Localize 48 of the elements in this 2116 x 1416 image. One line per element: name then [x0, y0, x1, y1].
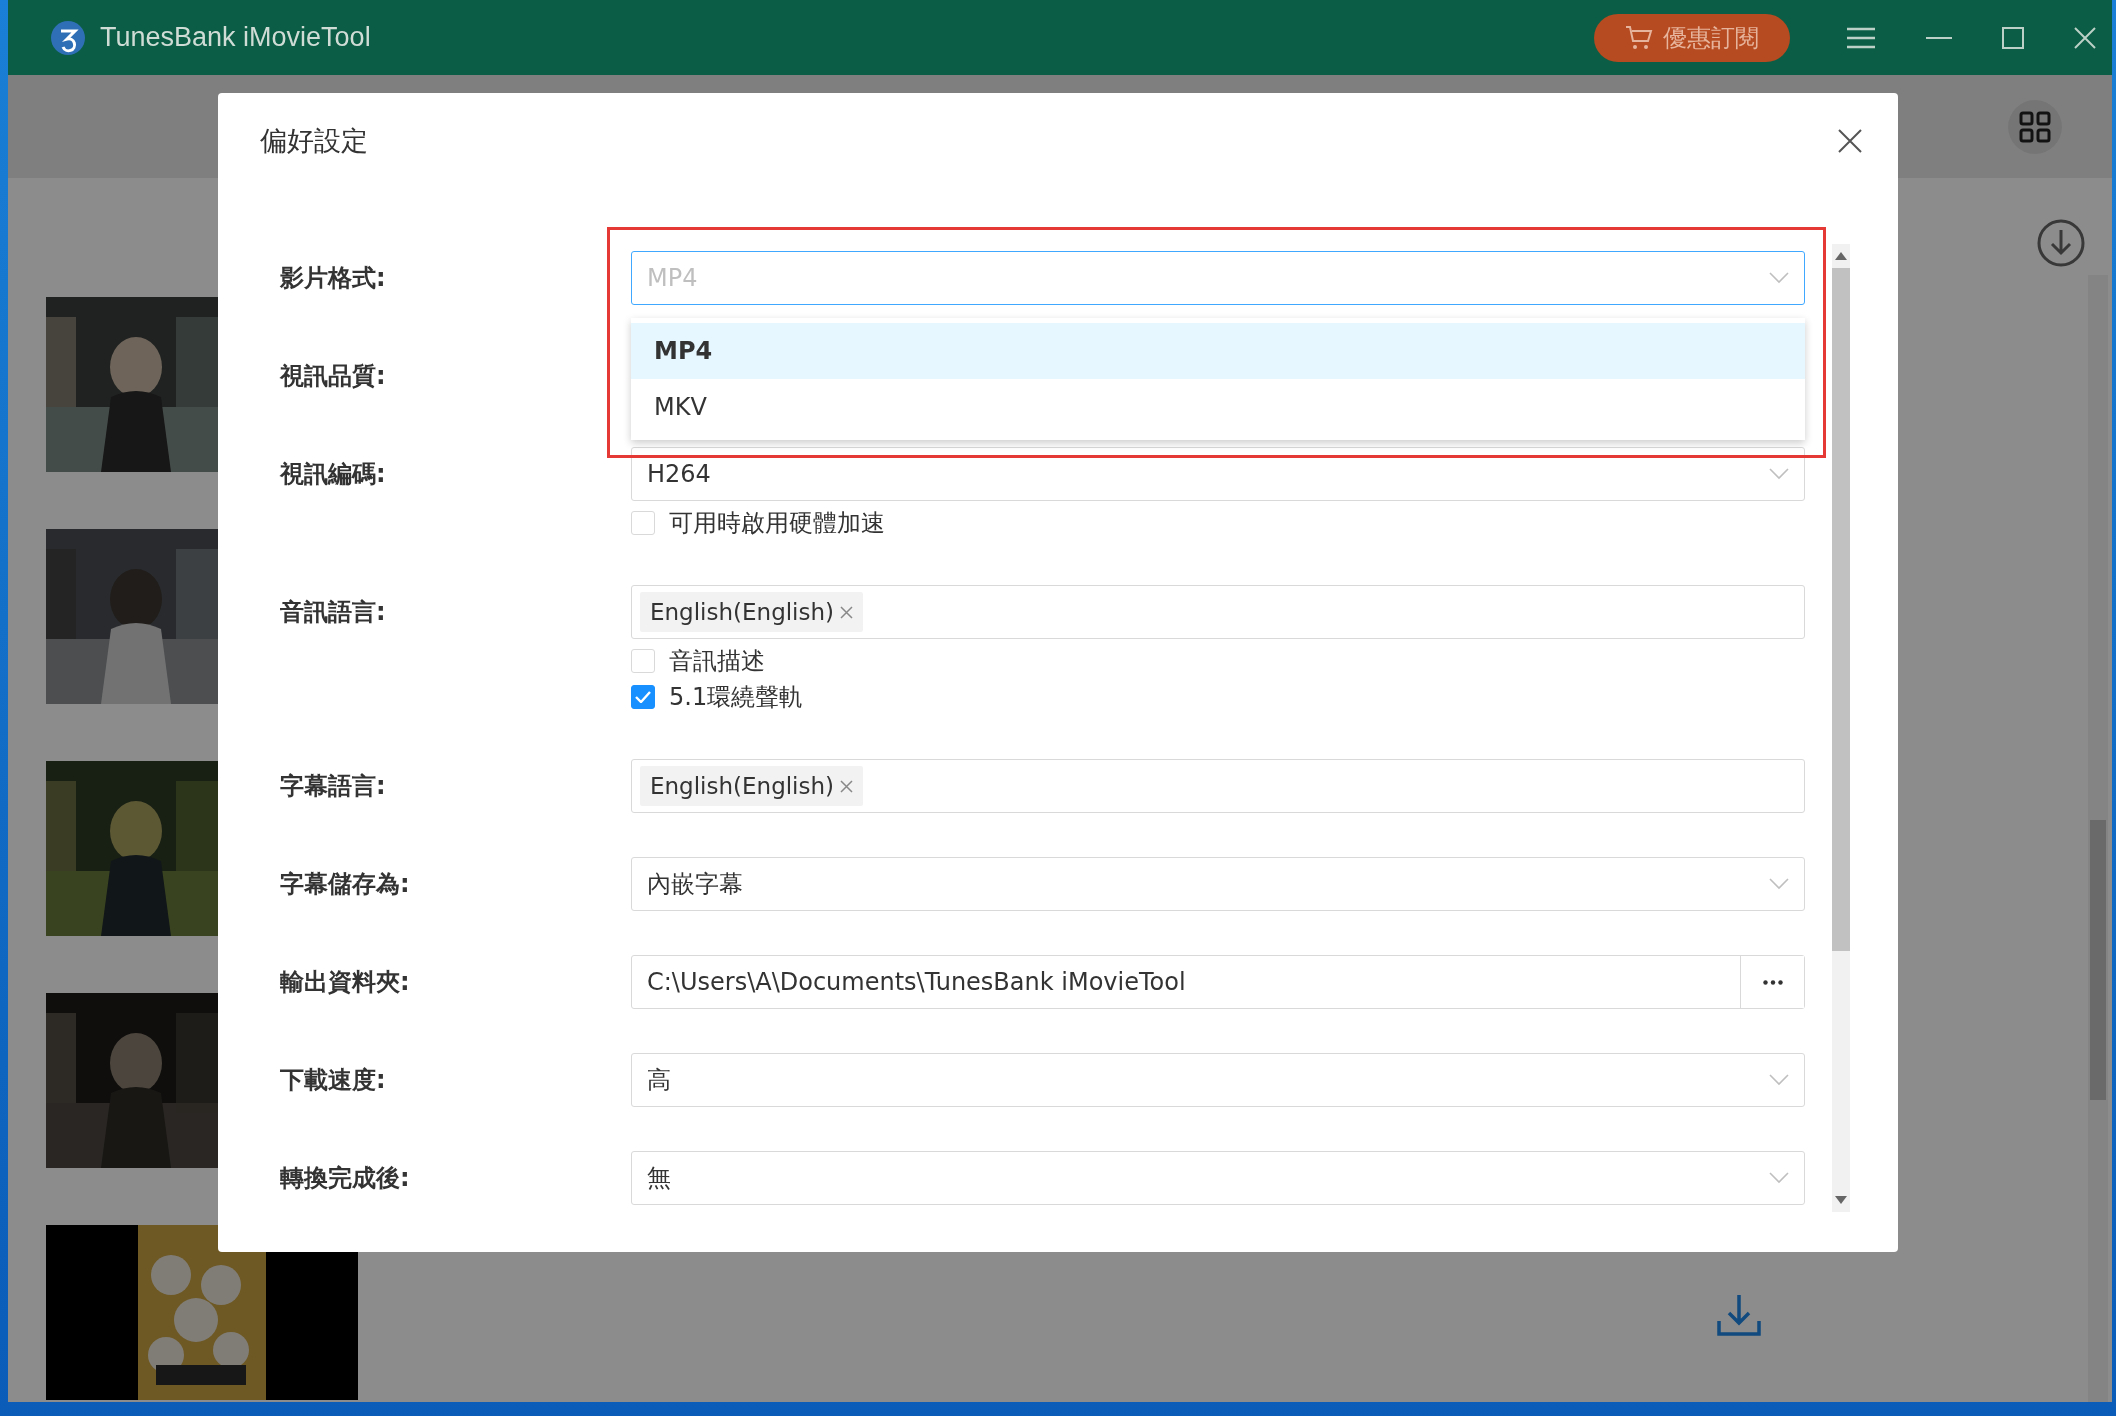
chevron-down-icon [1769, 1074, 1789, 1086]
select-field[interactable]: H264 [631, 447, 1805, 501]
field-label: 下載速度: [280, 1065, 387, 1096]
chevron-down-icon [1769, 272, 1789, 284]
dropdown-option[interactable]: MP4 [631, 323, 1805, 379]
cart-icon [1625, 24, 1653, 51]
checkbox-label: 音訊描述 [669, 646, 765, 677]
download-icon[interactable] [2036, 218, 2086, 268]
scrollbar-thumb[interactable] [2090, 820, 2106, 1100]
checkbox[interactable] [631, 685, 655, 709]
language-tag: English(English) [640, 766, 864, 806]
select-field[interactable]: 高 [631, 1053, 1805, 1107]
field-label: 轉換完成後: [280, 1163, 411, 1194]
scroll-up-icon[interactable] [1835, 252, 1847, 260]
field-label: 字幕語言: [280, 771, 387, 802]
language-tag: English(English) [640, 592, 864, 632]
select-field[interactable]: 內嵌字幕 [631, 857, 1805, 911]
check-icon [635, 691, 651, 703]
logo-icon [50, 19, 86, 56]
grid-view-icon[interactable] [2008, 99, 2062, 154]
tag-field[interactable]: English(English) [631, 759, 1805, 813]
scroll-down-icon[interactable] [1835, 1196, 1847, 1204]
checkbox-label: 5.1環繞聲軌 [669, 682, 804, 713]
dialog-title: 偏好設定 [260, 123, 368, 158]
field-label: 視訊編碼: [280, 459, 387, 490]
field-label: 字幕儲存為: [280, 869, 411, 900]
field-label: 音訊語言: [280, 597, 387, 628]
tag-field[interactable]: English(English) [631, 585, 1805, 639]
select-field[interactable]: 無 [631, 1151, 1805, 1205]
folder-path-field[interactable]: C:\Users\A\Documents\TunesBank iMovieTool [631, 955, 1805, 1009]
minimize-icon[interactable] [1926, 35, 1952, 40]
close-icon[interactable] [2074, 26, 2096, 49]
checkbox-label: 可用時啟用硬體加速 [669, 508, 885, 539]
download-icon[interactable] [1716, 1293, 1762, 1337]
more-icon [1762, 979, 1783, 985]
menu-icon[interactable] [1846, 26, 1876, 49]
field-label: 視訊品質: [280, 361, 387, 392]
chevron-down-icon [1769, 1172, 1789, 1184]
field-label: 輸出資料夾: [280, 967, 411, 998]
scrollbar-thumb[interactable] [1832, 268, 1850, 951]
maximize-icon[interactable] [2002, 26, 2024, 49]
remove-icon[interactable] [840, 779, 854, 793]
remove-icon[interactable] [840, 605, 854, 619]
field-label: 影片格式: [280, 263, 387, 294]
chevron-down-icon [1769, 468, 1789, 480]
app-title: TunesBank iMovieTool [100, 22, 372, 53]
dropdown-option[interactable]: MKV [631, 379, 1805, 435]
chevron-down-icon [1769, 878, 1789, 890]
